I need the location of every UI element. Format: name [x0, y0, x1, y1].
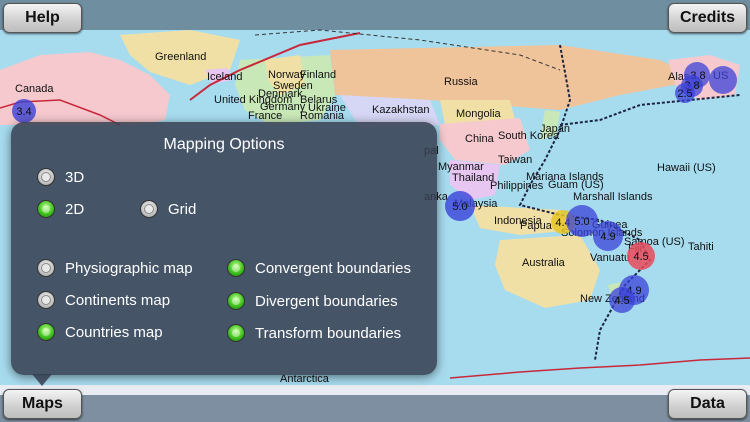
earthquake-marker[interactable]: 5.0	[445, 191, 475, 221]
earthquake-magnitude: 3.4	[16, 106, 31, 118]
option-label: 2D	[65, 200, 85, 218]
earthquake-marker[interactable]: 4.5	[627, 242, 655, 270]
label-australia: Australia	[522, 257, 566, 269]
option-2d[interactable]: 2D	[37, 198, 84, 220]
label-tahiti: Tahiti	[688, 241, 714, 253]
maps-button[interactable]: Maps	[3, 389, 82, 419]
option-label: Countries map	[65, 323, 163, 341]
option-countries-map[interactable]: Countries map	[37, 321, 163, 343]
label-canada: Canada	[15, 83, 54, 95]
label-marshall-islands: Marshall Islands	[573, 191, 653, 203]
option-label: Continents map	[65, 291, 171, 309]
radio-on-icon	[227, 292, 245, 310]
help-button[interactable]: Help	[3, 3, 82, 33]
antarctica-shape	[0, 385, 750, 395]
label-russia: Russia	[444, 76, 479, 88]
credits-button[interactable]: Credits	[668, 3, 747, 33]
popover-pointer	[32, 374, 52, 386]
option-label: Grid	[168, 200, 197, 218]
option-label: Convergent boundaries	[255, 259, 411, 277]
radio-off-icon	[37, 259, 55, 277]
radio-on-icon	[227, 259, 245, 277]
label-romania: Romania	[300, 110, 345, 122]
radio-on-icon	[37, 323, 55, 341]
earthquake-marker[interactable]: 5.0	[566, 205, 598, 237]
map-screen: Greenland Canada Iceland Norway Finland …	[0, 0, 750, 422]
label-france: France	[248, 110, 282, 122]
option-convergent-boundaries[interactable]: Convergent boundaries	[227, 257, 411, 279]
earthquake-circle	[709, 66, 737, 94]
earthquake-marker[interactable]: 4.5	[609, 287, 635, 313]
radio-on-icon	[37, 200, 55, 218]
radio-off-icon	[37, 291, 55, 309]
label-japan: Japan	[540, 123, 570, 135]
earthquake-magnitude: 5.0	[574, 216, 589, 228]
option-label: Divergent boundaries	[255, 292, 398, 310]
earthquake-magnitude: 4.9	[600, 231, 615, 243]
label-iceland: Iceland	[207, 71, 242, 83]
option-label: Physiographic map	[65, 259, 193, 277]
data-button[interactable]: Data	[668, 389, 747, 419]
option-physiographic-map[interactable]: Physiographic map	[37, 257, 193, 279]
earthquake-marker[interactable]: 3.4	[12, 99, 36, 123]
popover-title: Mapping Options	[163, 136, 285, 153]
label-mongolia: Mongolia	[456, 108, 502, 120]
radio-off-icon	[140, 200, 158, 218]
label-papua: Papua	[520, 220, 553, 232]
label-greenland: Greenland	[155, 51, 206, 63]
option-label: Transform boundaries	[255, 324, 402, 342]
label-thailand: Thailand	[452, 172, 494, 184]
mapping-options-popover: Mapping Options 3D 2D Grid Physiographic…	[11, 122, 437, 375]
label-china: China	[465, 133, 495, 145]
label-kazakhstan: Kazakhstan	[372, 104, 429, 116]
option-3d[interactable]: 3D	[37, 166, 84, 188]
earthquake-magnitude: 4.5	[633, 251, 648, 263]
option-transform-boundaries[interactable]: Transform boundaries	[227, 322, 401, 344]
label-vanuatu: Vanuatu	[590, 252, 630, 264]
option-continents-map[interactable]: Continents map	[37, 289, 170, 311]
label-philippines: Philippines	[490, 180, 544, 192]
earthquake-magnitude: 5.0	[452, 201, 467, 213]
option-label: 3D	[65, 168, 85, 186]
radio-off-icon	[37, 168, 55, 186]
option-divergent-boundaries[interactable]: Divergent boundaries	[227, 290, 398, 312]
earthquake-marker[interactable]: 2.5	[675, 83, 695, 103]
option-grid[interactable]: Grid	[140, 198, 196, 220]
earthquake-marker[interactable]: 4.9	[593, 221, 623, 251]
radio-on-icon	[227, 324, 245, 342]
label-guam: Guam (US)	[548, 179, 604, 191]
earthquake-magnitude: 4.5	[614, 295, 629, 307]
label-hawaii: Hawaii (US)	[657, 162, 716, 174]
earthquake-magnitude: 2.5	[677, 88, 692, 100]
label-taiwan: Taiwan	[498, 154, 532, 166]
earthquake-marker[interactable]	[709, 66, 737, 94]
